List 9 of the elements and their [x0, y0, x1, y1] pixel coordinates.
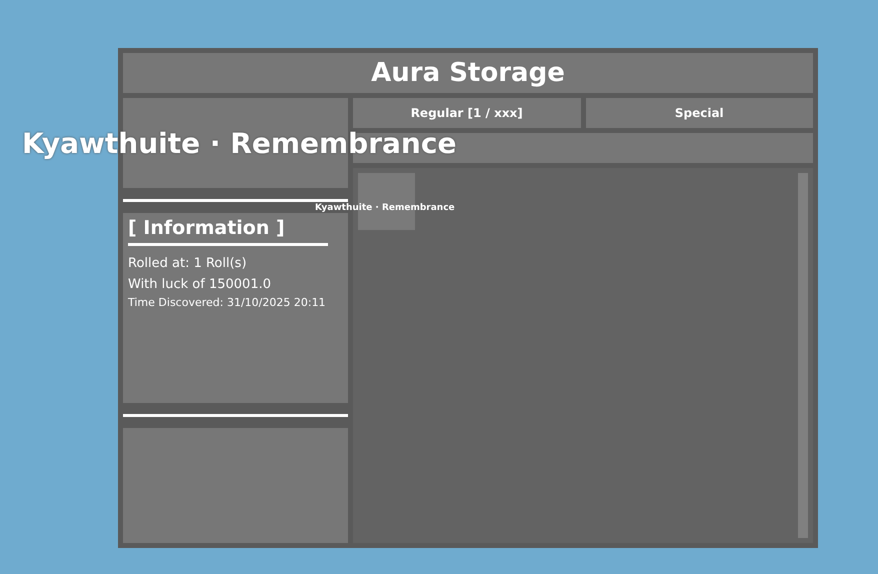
scrollbar[interactable]: [798, 173, 808, 538]
rolled-at-text: Rolled at: 1 Roll(s): [128, 255, 248, 273]
category-tab[interactable]: Regular [1 / xxx]: [353, 98, 580, 128]
window-title: Aura Storage: [123, 53, 813, 93]
luck-text: With luck of 150001.0: [128, 276, 272, 294]
information-heading: [ Information ]: [128, 216, 286, 241]
item-label: Kyawthuite · Remembrance: [315, 202, 455, 214]
time-discovered-text: Time Discovered: 31/10/2025 20:11: [128, 295, 327, 311]
category-tab[interactable]: Special: [586, 98, 813, 128]
